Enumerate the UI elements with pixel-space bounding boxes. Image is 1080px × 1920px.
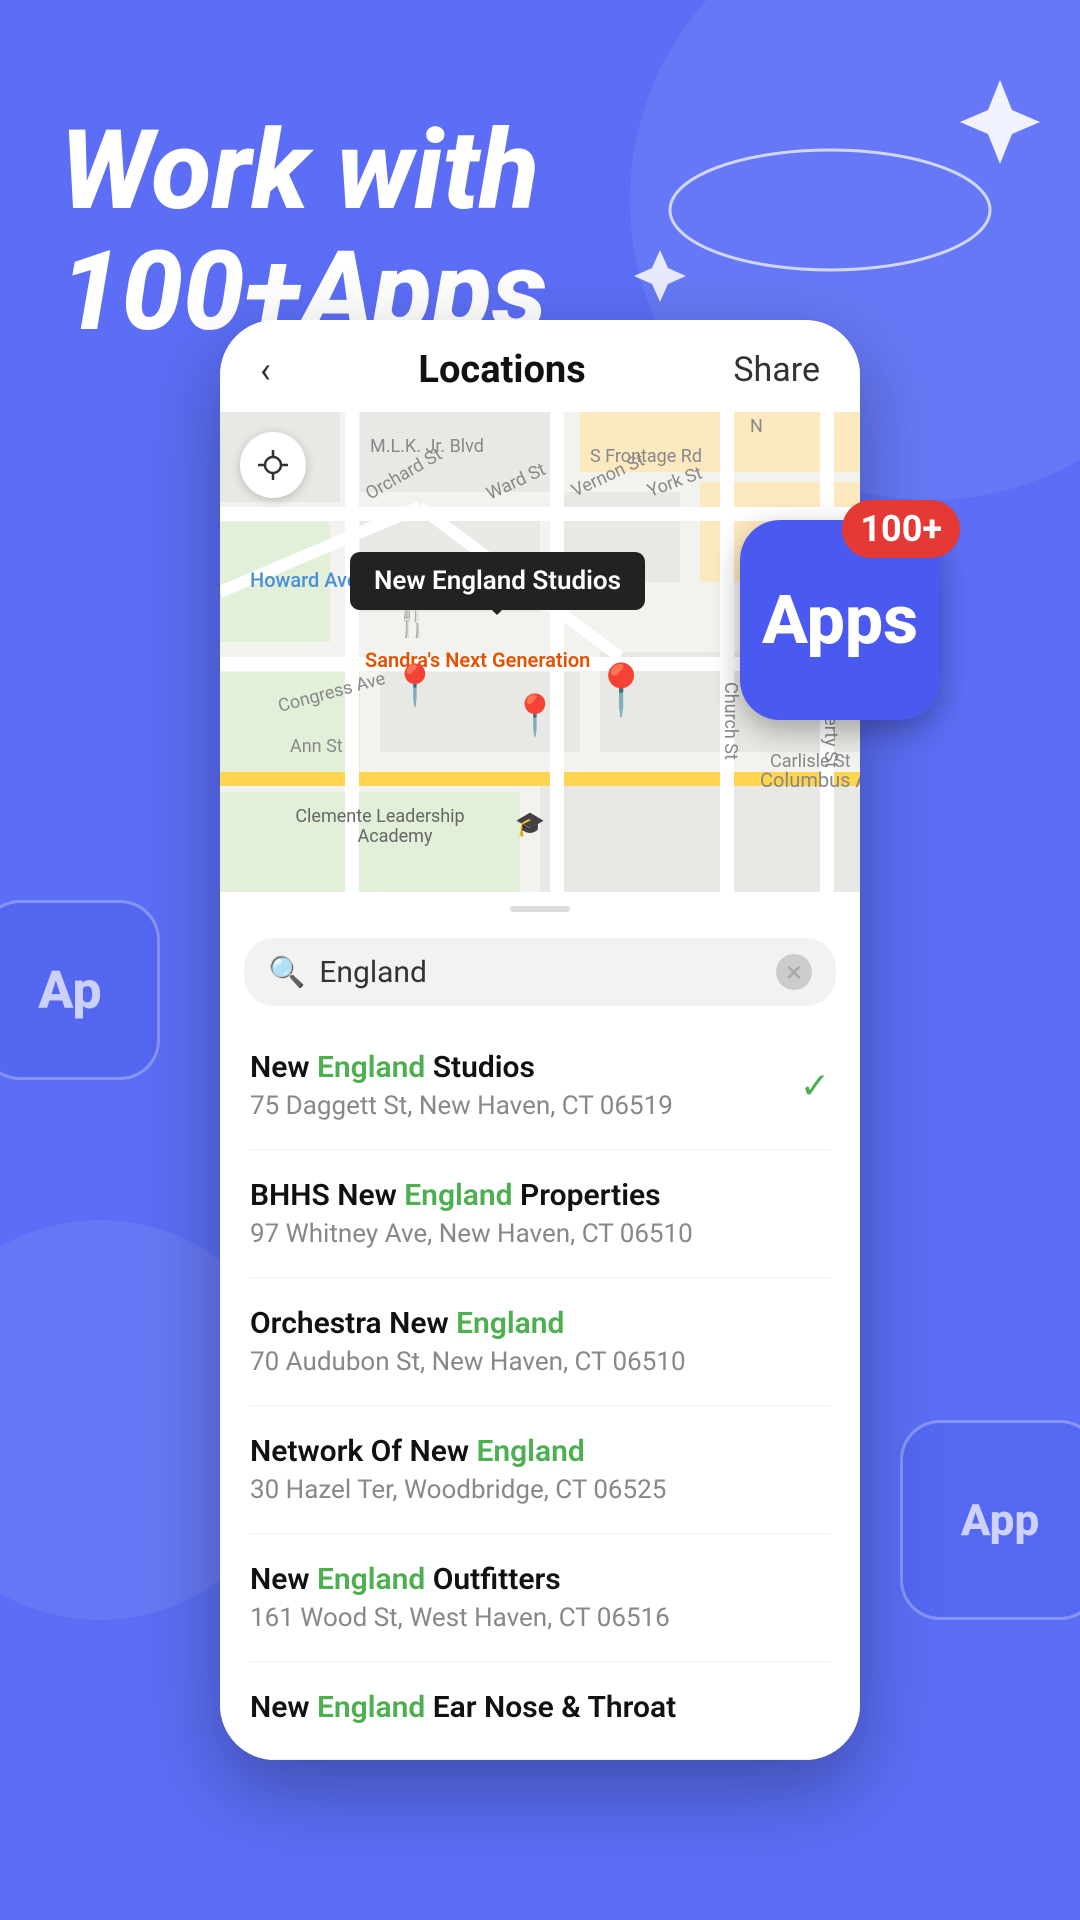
svg-text:Ann St: Ann St <box>290 736 343 757</box>
right-float-card: App <box>900 1420 1080 1620</box>
map-pin-orange-2: 📍 <box>510 692 560 739</box>
share-button[interactable]: Share <box>733 350 820 390</box>
svg-text:M.L.K. Jr. Blvd: M.L.K. Jr. Blvd <box>370 436 484 457</box>
result-content-4: Network Of New England 30 Hazel Ter, Woo… <box>250 1434 666 1505</box>
apps-badge-label: Apps <box>762 580 918 660</box>
result-content-3: Orchestra New England 70 Audubon St, New… <box>250 1306 686 1377</box>
search-input[interactable]: England <box>319 955 762 990</box>
phone-mockup-container: Apps 100+ ‹ Locations Share <box>220 320 860 1760</box>
result-item-4[interactable]: Network Of New England 30 Hazel Ter, Woo… <box>250 1406 830 1534</box>
apps-badge: Apps 100+ <box>740 520 940 720</box>
result-name-3: Orchestra New England <box>250 1306 686 1341</box>
left-float-label: Ap <box>38 960 101 1021</box>
result-name-6: New England Ear Nose & Throat <box>250 1690 676 1725</box>
result-check-1: ✓ <box>800 1065 830 1107</box>
left-float-card: Ap <box>0 900 160 1080</box>
back-button[interactable]: ‹ <box>260 349 271 391</box>
map-pin-orange-1: 📍 <box>390 662 440 709</box>
svg-text:S Frontage Rd: S Frontage Rd <box>590 446 702 467</box>
result-address-2: 97 Whitney Ave, New Haven, CT 06510 <box>250 1219 693 1249</box>
right-float-label: App <box>961 1494 1039 1546</box>
phone-header: ‹ Locations Share <box>220 320 860 412</box>
result-content-2: BHHS New England Properties 97 Whitney A… <box>250 1178 693 1249</box>
panel-handle <box>220 892 860 922</box>
svg-text:🍴: 🍴 <box>395 606 430 639</box>
result-content-6: New England Ear Nose & Throat <box>250 1690 676 1731</box>
results-list: New England Studios 75 Daggett St, New H… <box>220 1022 860 1760</box>
result-address-3: 70 Audubon St, New Haven, CT 06510 <box>250 1347 686 1377</box>
svg-text:Clemente Leadership: Clemente Leadership <box>295 806 464 827</box>
result-name-2: BHHS New England Properties <box>250 1178 693 1213</box>
apps-badge-count: 100+ <box>842 500 960 558</box>
svg-text:🎓: 🎓 <box>515 810 545 838</box>
search-area: 🔍 England × <box>220 922 860 1022</box>
map-tooltip: New England Studios <box>350 552 645 610</box>
search-clear-button[interactable]: × <box>776 954 812 990</box>
result-item[interactable]: New England Studios 75 Daggett St, New H… <box>250 1022 830 1150</box>
handle-bar <box>510 906 570 912</box>
result-address-5: 161 Wood St, West Haven, CT 06516 <box>250 1603 670 1633</box>
result-item-2[interactable]: BHHS New England Properties 97 Whitney A… <box>250 1150 830 1278</box>
search-icon: 🔍 <box>268 955 305 990</box>
svg-text:Howard Ave: Howard Ave <box>250 568 358 592</box>
search-box[interactable]: 🔍 England × <box>244 938 836 1006</box>
map-pin-red-selected: 📍 <box>590 662 652 720</box>
result-name-1: New England Studios <box>250 1050 673 1085</box>
main-title: Work with 100+Apps <box>60 110 1020 352</box>
apps-badge-container: Apps 100+ <box>740 520 940 720</box>
result-address-1: 75 Daggett St, New Haven, CT 06519 <box>250 1091 673 1121</box>
svg-text:Church St: Church St <box>720 682 741 760</box>
result-item-5[interactable]: New England Outfitters 161 Wood St, West… <box>250 1534 830 1662</box>
svg-text:Columbus Ave: Columbus Ave <box>760 768 860 792</box>
result-content-1: New England Studios 75 Daggett St, New H… <box>250 1050 673 1121</box>
screen-title: Locations <box>418 348 585 392</box>
location-button[interactable] <box>240 432 306 498</box>
result-item-6[interactable]: New England Ear Nose & Throat <box>250 1662 830 1760</box>
result-content-5: New England Outfitters 161 Wood St, West… <box>250 1562 670 1633</box>
result-item-3[interactable]: Orchestra New England 70 Audubon St, New… <box>250 1278 830 1406</box>
svg-text:Academy: Academy <box>358 826 433 847</box>
crosshair-icon <box>256 448 290 482</box>
svg-text:N: N <box>750 416 763 437</box>
result-address-4: 30 Hazel Ter, Woodbridge, CT 06525 <box>250 1475 666 1505</box>
result-name-4: Network Of New England <box>250 1434 666 1469</box>
tooltip-text: New England Studios <box>374 566 621 596</box>
result-name-5: New England Outfitters <box>250 1562 670 1597</box>
